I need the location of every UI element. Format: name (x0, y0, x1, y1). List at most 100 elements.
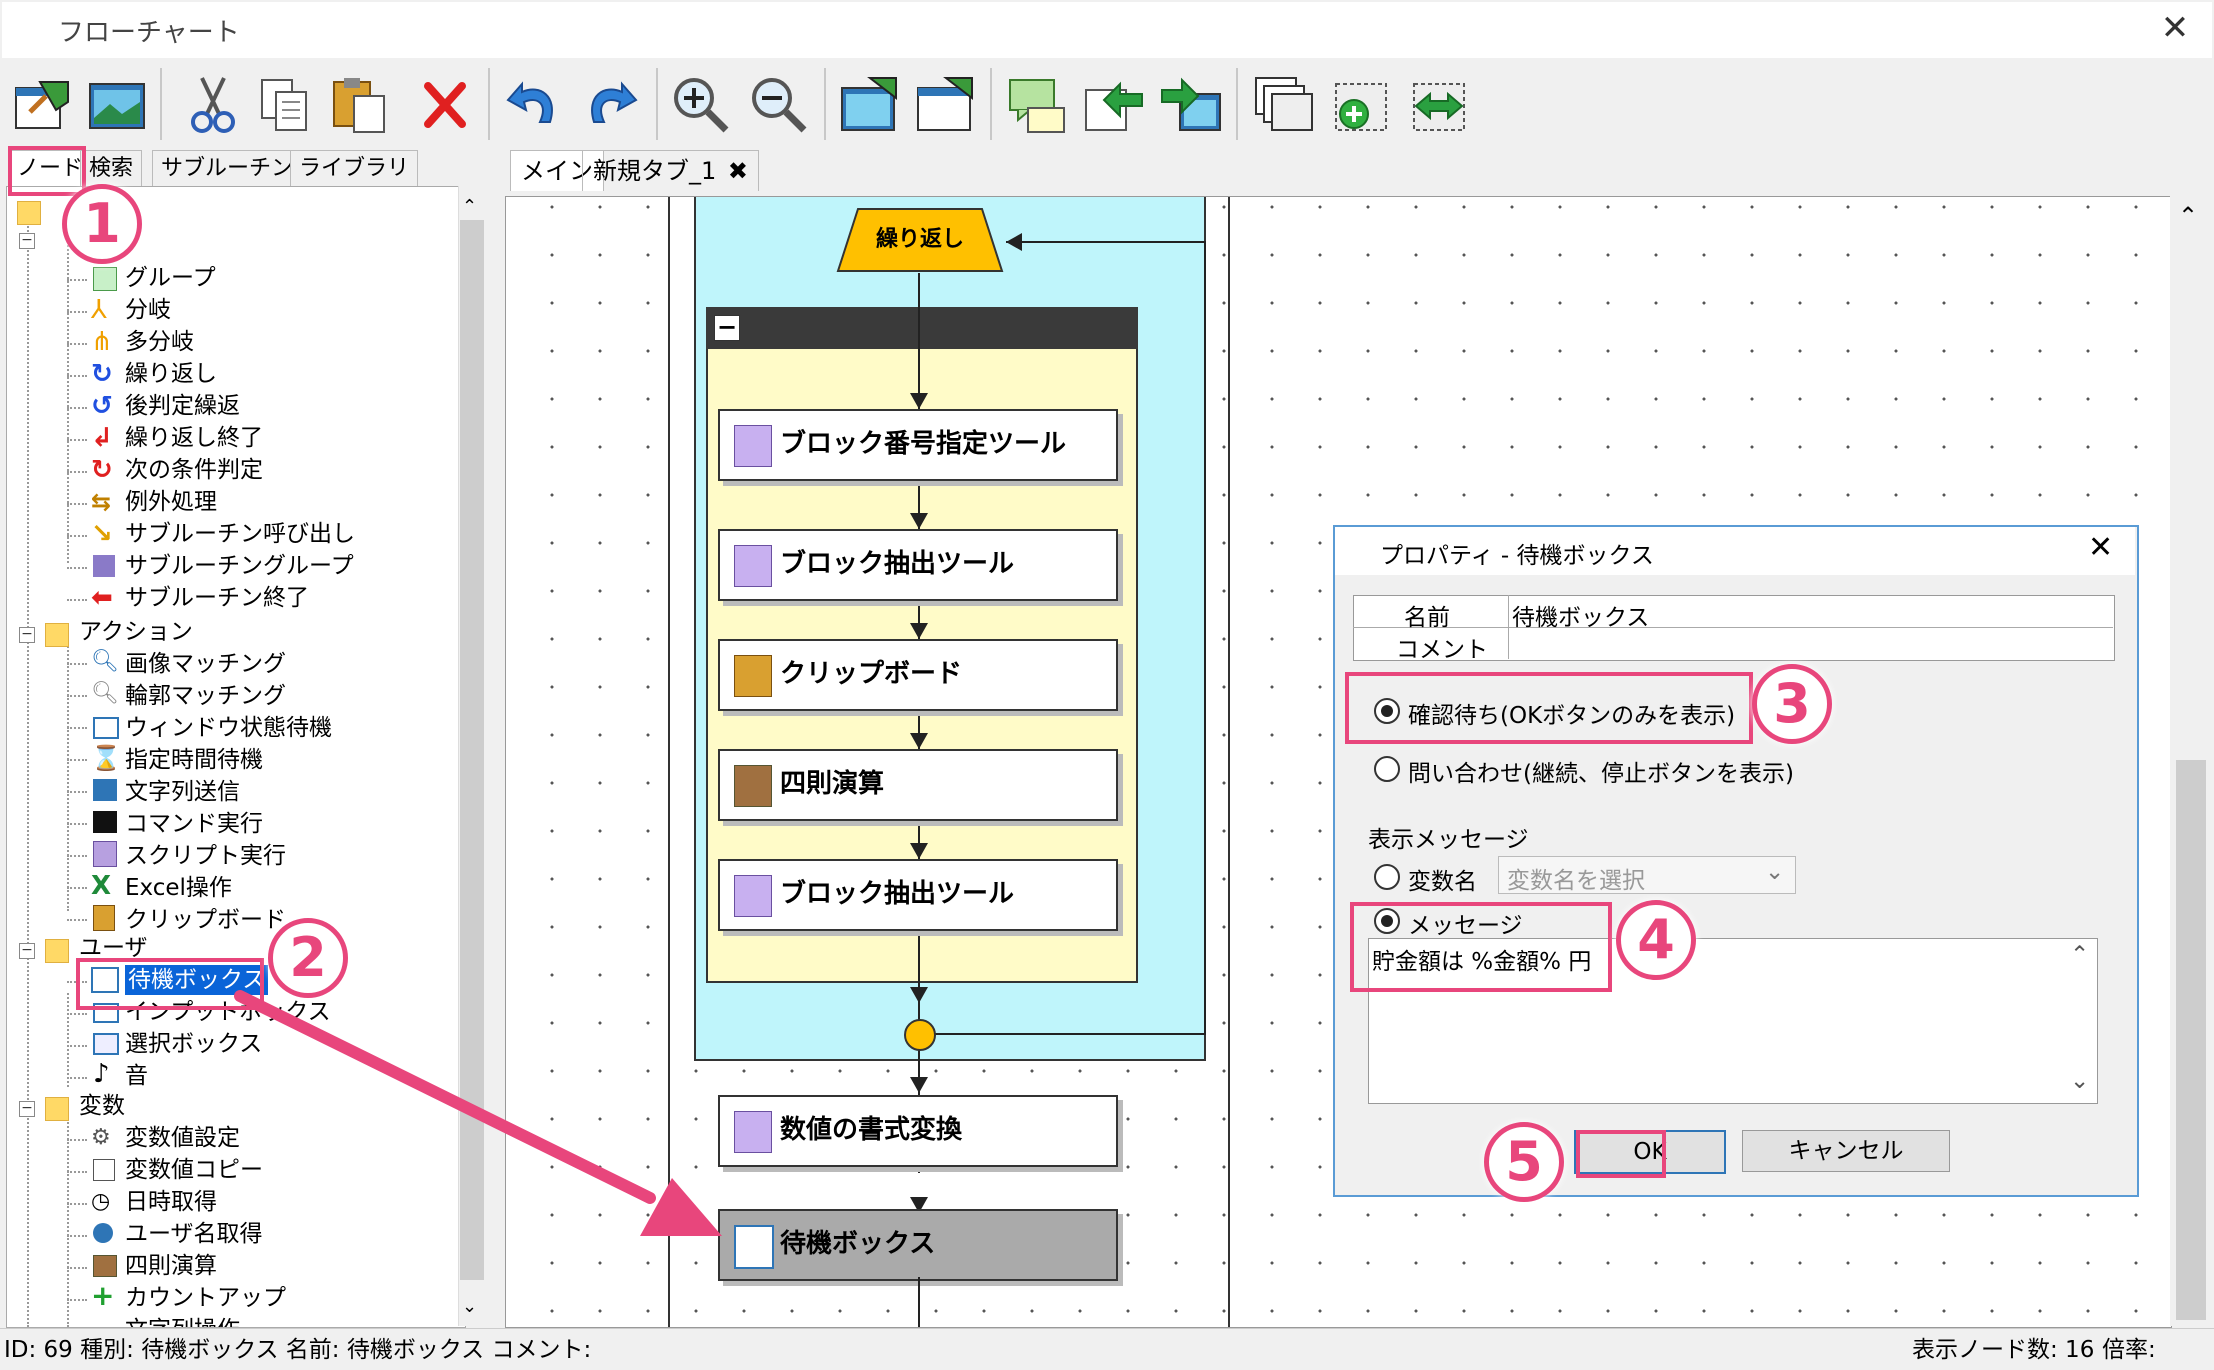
copy-icon[interactable] (252, 72, 318, 138)
tree-item-sound[interactable]: 音 (125, 1061, 148, 1091)
tree-item-subroutine-group[interactable]: サブルーチングループ (125, 551, 354, 581)
screenshot-edit-icon[interactable] (912, 72, 978, 138)
tree-item-loop[interactable]: 繰り返し (125, 359, 217, 389)
subroutine-group-icon (93, 555, 115, 577)
flow-node-block-extract-tool-2[interactable]: ブロック抽出ツール (718, 859, 1118, 931)
tree-item-time-wait[interactable]: 指定時間待機 (125, 745, 263, 775)
cut-icon[interactable] (180, 72, 246, 138)
status-bar: ID: 69 種別: 待機ボックス 名前: 待機ボックス コメント: 表示ノード… (0, 1328, 2214, 1370)
tree-folder-action[interactable]: アクション (79, 617, 193, 647)
chevron-down-icon: ⌄ (1765, 859, 1785, 885)
tree-item-subroutine-end[interactable]: サブルーチン終了 (125, 583, 309, 613)
radio-inquiry[interactable] (1374, 756, 1400, 782)
tree-item-var-set[interactable]: 変数値設定 (125, 1123, 240, 1153)
collapse-toggle[interactable]: − (19, 1101, 35, 1117)
scroll-down-icon[interactable]: ⌄ (462, 1296, 477, 1317)
scroll-down-icon[interactable]: ⌄ (2070, 1068, 2089, 1094)
zoom-out-icon[interactable] (746, 72, 812, 138)
arrow-left-icon[interactable] (1080, 72, 1146, 138)
folder-icon (45, 1097, 69, 1121)
collapse-toggle[interactable]: − (19, 627, 35, 643)
flow-node-block-extract-tool[interactable]: ブロック抽出ツール (718, 529, 1118, 601)
image-icon[interactable] (84, 72, 150, 138)
command-icon (93, 811, 117, 833)
radio-variable[interactable] (1374, 864, 1400, 890)
tree-item-loop-end[interactable]: 繰り返し終了 (125, 423, 263, 453)
status-node-count: 表示ノード数: 16 (1912, 1337, 2095, 1363)
flow-node-label: クリップボード (780, 659, 963, 689)
dialog-close-icon[interactable]: ✕ (2088, 530, 2113, 565)
name-value[interactable]: 待機ボックス (1512, 598, 1649, 632)
exception-icon: ⇆ (91, 488, 112, 516)
tree-item-contour-match[interactable]: 輪郭マッチング (125, 681, 286, 711)
tree-scroll-thumb[interactable] (460, 220, 484, 1280)
tree-item-arithmetic[interactable]: 四則演算 (125, 1251, 217, 1281)
title-bar (2, 2, 2212, 58)
script-icon (734, 425, 772, 467)
tab-library[interactable]: ライブラリ (290, 150, 419, 187)
tree-item-command[interactable]: コマンド実行 (125, 809, 263, 839)
tree-item-group[interactable]: グループ (125, 263, 216, 293)
tree-item-datetime[interactable]: 日時取得 (125, 1187, 217, 1217)
add-node-icon[interactable] (1328, 72, 1394, 138)
flow-node-number-format[interactable]: 数値の書式変換 (718, 1095, 1118, 1167)
post-loop-icon: ↺ (91, 391, 113, 421)
tree-item-string-op[interactable]: 文字列操作 (125, 1315, 240, 1327)
screenshot-icon[interactable] (836, 72, 902, 138)
paste-icon[interactable] (326, 72, 392, 138)
window-icon[interactable] (1250, 72, 1316, 138)
tree-folder-variable[interactable]: 変数 (79, 1091, 125, 1121)
tree-item-countup[interactable]: カウントアップ (125, 1283, 286, 1313)
swap-icon[interactable] (1406, 72, 1472, 138)
toolbar-separator (488, 68, 490, 140)
tab-subroutine[interactable]: サブルーチン (152, 150, 303, 187)
flow-node-clipboard[interactable]: クリップボード (718, 639, 1118, 711)
collapse-button[interactable]: − (714, 315, 740, 341)
radio-variable-label[interactable]: 変数名 (1408, 862, 1477, 896)
collapse-toggle[interactable]: − (19, 233, 35, 249)
tree-item-subroutine-call[interactable]: サブルーチン呼び出し (125, 519, 355, 549)
redo-icon[interactable] (578, 72, 644, 138)
tree-item-multi-branch[interactable]: 多分岐 (125, 327, 194, 357)
tree-item-exception[interactable]: 例外処理 (125, 487, 217, 517)
tree-item-var-copy[interactable]: 変数値コピー (125, 1155, 263, 1185)
select-box-icon (93, 1033, 119, 1055)
variable-select[interactable]: 変数名を選択 ⌄ (1498, 856, 1796, 894)
tree-item-clipboard[interactable]: クリップボード (125, 905, 286, 935)
tree-item-branch[interactable]: 分岐 (125, 295, 171, 325)
tab-search[interactable]: 検索 (80, 150, 143, 187)
scroll-up-icon[interactable]: ⌃ (462, 196, 477, 217)
window-title: フローチャート (58, 18, 240, 48)
flow-node-arithmetic[interactable]: 四則演算 (718, 749, 1118, 821)
tree-item-next-condition[interactable]: 次の条件判定 (125, 455, 263, 485)
tree-item-image-match[interactable]: 画像マッチング (125, 649, 286, 679)
canvas-scroll-thumb[interactable] (2176, 760, 2206, 1320)
close-tab-icon[interactable]: ✖ (728, 157, 748, 185)
scroll-up-icon[interactable]: ⌃ (2070, 942, 2089, 968)
flow-node-wait-box[interactable]: 待機ボックス (718, 1209, 1118, 1281)
properties-icon[interactable] (10, 72, 76, 138)
loop-end-circle[interactable] (904, 1019, 936, 1051)
tab-new-1[interactable]: 新規タブ_1 ✖ (582, 150, 760, 191)
toolbar-separator (990, 68, 992, 140)
cancel-button[interactable]: キャンセル (1742, 1130, 1950, 1172)
zoom-in-icon[interactable] (668, 72, 734, 138)
tree-item-text-send[interactable]: 文字列送信 (125, 777, 240, 807)
close-icon[interactable]: ✕ (2150, 6, 2200, 50)
undo-icon[interactable] (500, 72, 566, 138)
group-icon (93, 267, 117, 291)
radio-inquiry-label[interactable]: 問い合わせ(継続、停止ボタンを表示) (1408, 754, 1794, 788)
tree-item-script[interactable]: スクリプト実行 (125, 841, 286, 871)
tree-item-select-box[interactable]: 選択ボックス (125, 1029, 262, 1059)
tree-item-username[interactable]: ユーザ名取得 (125, 1219, 263, 1249)
message-section-label: 表示メッセージ (1368, 827, 1529, 853)
arrow-right-icon[interactable] (1158, 72, 1224, 138)
scroll-up-icon[interactable]: ⌃ (2178, 202, 2198, 230)
tree-item-window-wait[interactable]: ウィンドウ状態待機 (125, 713, 332, 743)
flow-node-block-number-tool[interactable]: ブロック番号指定ツール (718, 409, 1118, 481)
collapse-toggle[interactable]: − (19, 943, 35, 959)
comment-icon[interactable] (1004, 72, 1070, 138)
tree-item-post-loop[interactable]: 後判定繰返 (125, 391, 240, 421)
tree-item-excel[interactable]: Excel操作 (125, 873, 232, 903)
delete-icon[interactable] (412, 72, 478, 138)
